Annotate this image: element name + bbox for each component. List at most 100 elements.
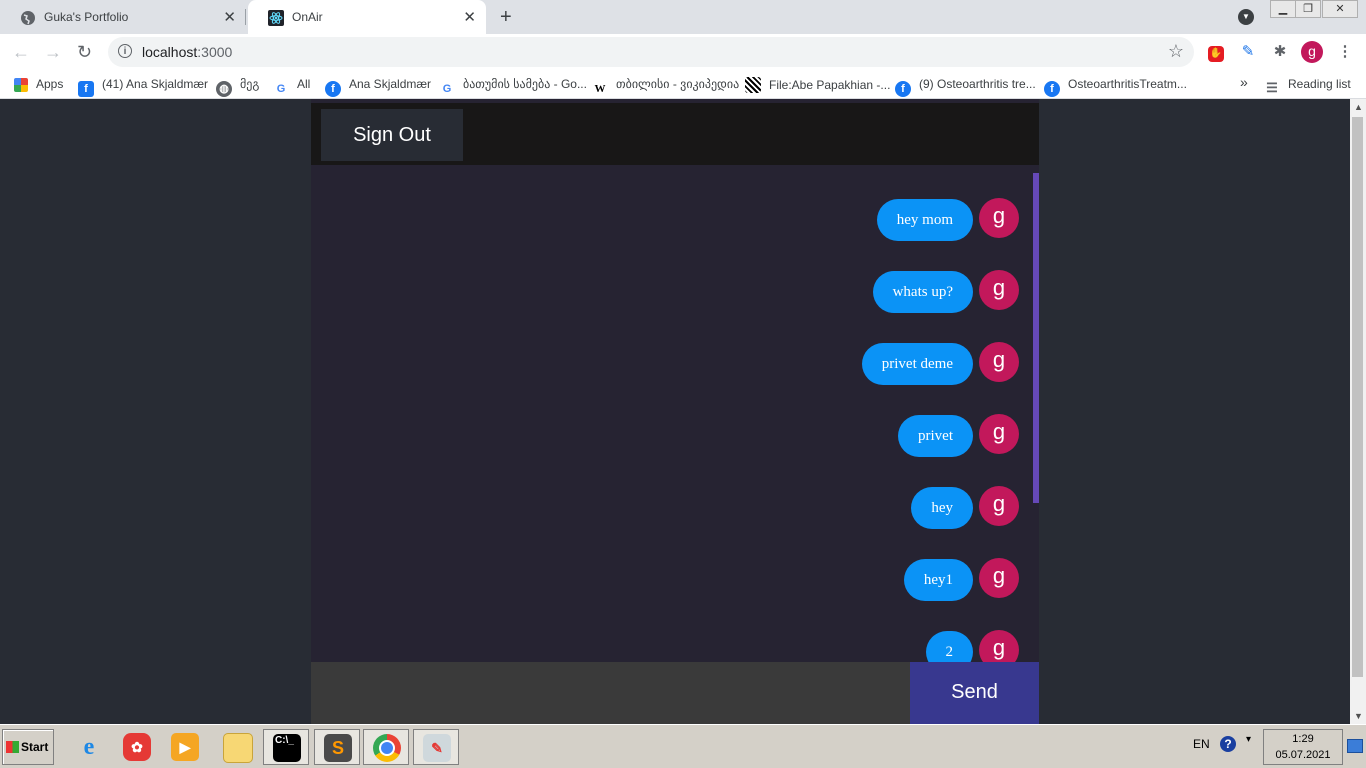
reload-icon[interactable]: ↻ <box>77 42 92 63</box>
url-host: localhost <box>142 44 198 60</box>
bookmark-label: Apps <box>36 77 64 91</box>
bookmark-item[interactable]: f (9) Osteoarthritis tre... <box>895 77 1036 97</box>
send-button[interactable]: Send <box>910 662 1039 724</box>
facebook-icon: f <box>895 81 911 97</box>
facebook-icon: f <box>325 81 341 97</box>
sublime-text-icon: S <box>324 734 352 762</box>
user-avatar: g <box>979 414 1019 454</box>
bookmark-item[interactable]: ◍ მეგ <box>216 77 259 97</box>
windows-flag-icon <box>6 741 19 753</box>
bookmark-item[interactable]: f OsteoarthritisTreatm... <box>1044 77 1187 97</box>
chat-message: hey g <box>911 485 1019 531</box>
show-desktop-icon[interactable] <box>1347 739 1363 753</box>
message-bubble: privet <box>898 415 973 457</box>
page-scrollbar[interactable]: ▲ ▼ <box>1350 99 1366 724</box>
site-info-icon[interactable]: i <box>118 44 132 58</box>
menu-kebab-icon[interactable]: ⋮ <box>1335 42 1355 62</box>
google-icon: G <box>442 83 452 95</box>
command-prompt-icon: C:\_ <box>273 734 301 762</box>
bookmark-item[interactable]: Wთბილისი - ვიკიპედია <box>592 77 740 97</box>
taskbar-chrome[interactable] <box>363 729 409 765</box>
language-indicator[interactable]: EN <box>1193 737 1210 751</box>
taskbar-jumpshare[interactable]: ✿ <box>114 729 160 765</box>
user-avatar: g <box>979 558 1019 598</box>
chat-message: whats up? g <box>872 269 1019 315</box>
close-tab-icon[interactable]: ✕ <box>223 8 236 26</box>
clock-time: 1:29 <box>1292 733 1314 745</box>
tray-expand-icon[interactable]: ▾ <box>1246 734 1251 745</box>
message-bubble: whats up? <box>872 271 973 313</box>
wikipedia-icon: W <box>594 83 606 95</box>
bookmark-label: Ana Skjaldmær <box>349 77 432 91</box>
forward-arrow-icon[interactable]: → <box>44 42 62 63</box>
globe-icon: ◍ <box>216 81 232 97</box>
bookmark-label: (41) Ana Skjaldmær <box>102 77 209 91</box>
bookmark-label: File:Abe Papakhian -... <box>769 78 891 92</box>
facebook-icon: f <box>1044 81 1060 97</box>
taskbar-media-player[interactable]: ▶ <box>162 729 208 765</box>
bookmark-label: მეგ <box>240 77 260 91</box>
close-tab-icon[interactable]: ✕ <box>463 8 476 26</box>
message-bubble: privet deme <box>861 343 973 385</box>
restore-window-button[interactable]: ❐ <box>1295 0 1321 18</box>
browser-toolbar: ← → ↻ i localhost:3000 ☆ ✋ ✎ ✱ g ⋮ <box>0 34 1366 70</box>
scroll-up-arrow-icon[interactable]: ▲ <box>1354 102 1363 112</box>
bookmark-item[interactable]: f Ana Skjaldmær <box>325 77 431 97</box>
bookmark-item[interactable]: G All <box>273 77 311 97</box>
bookmark-apps[interactable]: Apps <box>14 77 63 92</box>
adblock-extension-icon[interactable]: ✋ <box>1206 42 1226 62</box>
scroll-down-arrow-icon[interactable]: ▼ <box>1354 711 1363 721</box>
apps-grid-icon <box>14 78 28 92</box>
address-bar[interactable]: i localhost:3000 ☆ <box>108 37 1194 67</box>
eyedropper-extension-icon[interactable]: ✎ <box>1238 42 1258 62</box>
paint-icon: ✎ <box>423 734 451 762</box>
bookmark-label: OsteoarthritisTreatm... <box>1068 77 1187 91</box>
taskbar-file-explorer[interactable] <box>214 729 260 765</box>
url-text: localhost:3000 <box>142 44 232 60</box>
taskbar: Start e ✿ ▶ C:\_ S ✎ EN ? ▾ 1:29 05.07.2… <box>0 724 1366 768</box>
google-icon: G <box>276 83 286 95</box>
url-port: :3000 <box>197 44 233 60</box>
profile-avatar[interactable]: g <box>1301 41 1323 63</box>
chat-message: hey mom g <box>876 197 1019 243</box>
bookmark-item[interactable]: f (41) Ana Skjaldmær <box>78 77 208 97</box>
bookmark-star-icon[interactable]: ☆ <box>1168 41 1184 62</box>
more-bookmarks-button[interactable]: » <box>1240 74 1248 90</box>
tab-gukas-portfolio[interactable]: Guka's Portfolio ✕ <box>0 0 246 34</box>
minimize-window-button[interactable]: ▁ <box>1270 0 1296 18</box>
extensions-puzzle-icon[interactable]: ✱ <box>1270 42 1290 62</box>
bookmark-item[interactable]: File:Abe Papakhian -... <box>745 77 890 93</box>
tab-search-icon[interactable]: ▼ <box>1238 9 1254 25</box>
sign-out-button[interactable]: Sign Out <box>321 109 463 161</box>
message-bubble: hey <box>911 487 973 529</box>
new-tab-button[interactable]: + <box>500 6 512 29</box>
bookmark-label: თბილისი - ვიკიპედია <box>616 77 740 91</box>
system-clock[interactable]: 1:29 05.07.2021 <box>1263 729 1343 765</box>
start-button[interactable]: Start <box>2 729 54 765</box>
tab-onair[interactable]: OnAir ✕ <box>248 0 486 34</box>
bookmark-label: (9) Osteoarthritis tre... <box>919 77 1036 91</box>
page-viewport: Sign Out hey mom g whats up? g privet de… <box>0 99 1350 724</box>
tab-title: Guka's Portfolio <box>44 10 129 24</box>
close-window-button[interactable]: ✕ <box>1322 0 1358 18</box>
taskbar-command-prompt[interactable]: C:\_ <box>263 729 309 765</box>
media-player-icon: ▶ <box>171 733 199 761</box>
reading-list-icon: ☰ <box>1266 80 1278 95</box>
message-scrollbar[interactable] <box>1033 173 1039 503</box>
back-arrow-icon[interactable]: ← <box>12 42 30 63</box>
message-input[interactable] <box>311 662 910 724</box>
scrollbar-thumb[interactable] <box>1352 117 1363 677</box>
user-avatar: g <box>979 270 1019 310</box>
taskbar-sublime-text[interactable]: S <box>314 729 360 765</box>
message-bubble: 2 <box>925 631 973 662</box>
taskbar-internet-explorer[interactable]: e <box>66 729 112 765</box>
chat-message: privet g <box>898 413 1019 459</box>
message-list[interactable]: hey mom g whats up? g privet deme g priv… <box>311 165 1039 662</box>
reading-list-button[interactable]: ☰ Reading list <box>1264 77 1351 96</box>
taskbar-paint[interactable]: ✎ <box>413 729 459 765</box>
bookmark-item[interactable]: Gბათუმის სამება - Go... <box>439 77 587 97</box>
bookmarks-bar: Apps f (41) Ana Skjaldmær ◍ მეგ G All f Ana … <box>0 70 1366 99</box>
react-icon <box>268 10 284 26</box>
chat-message: hey1 g <box>903 557 1019 603</box>
help-icon[interactable]: ? <box>1220 736 1236 752</box>
